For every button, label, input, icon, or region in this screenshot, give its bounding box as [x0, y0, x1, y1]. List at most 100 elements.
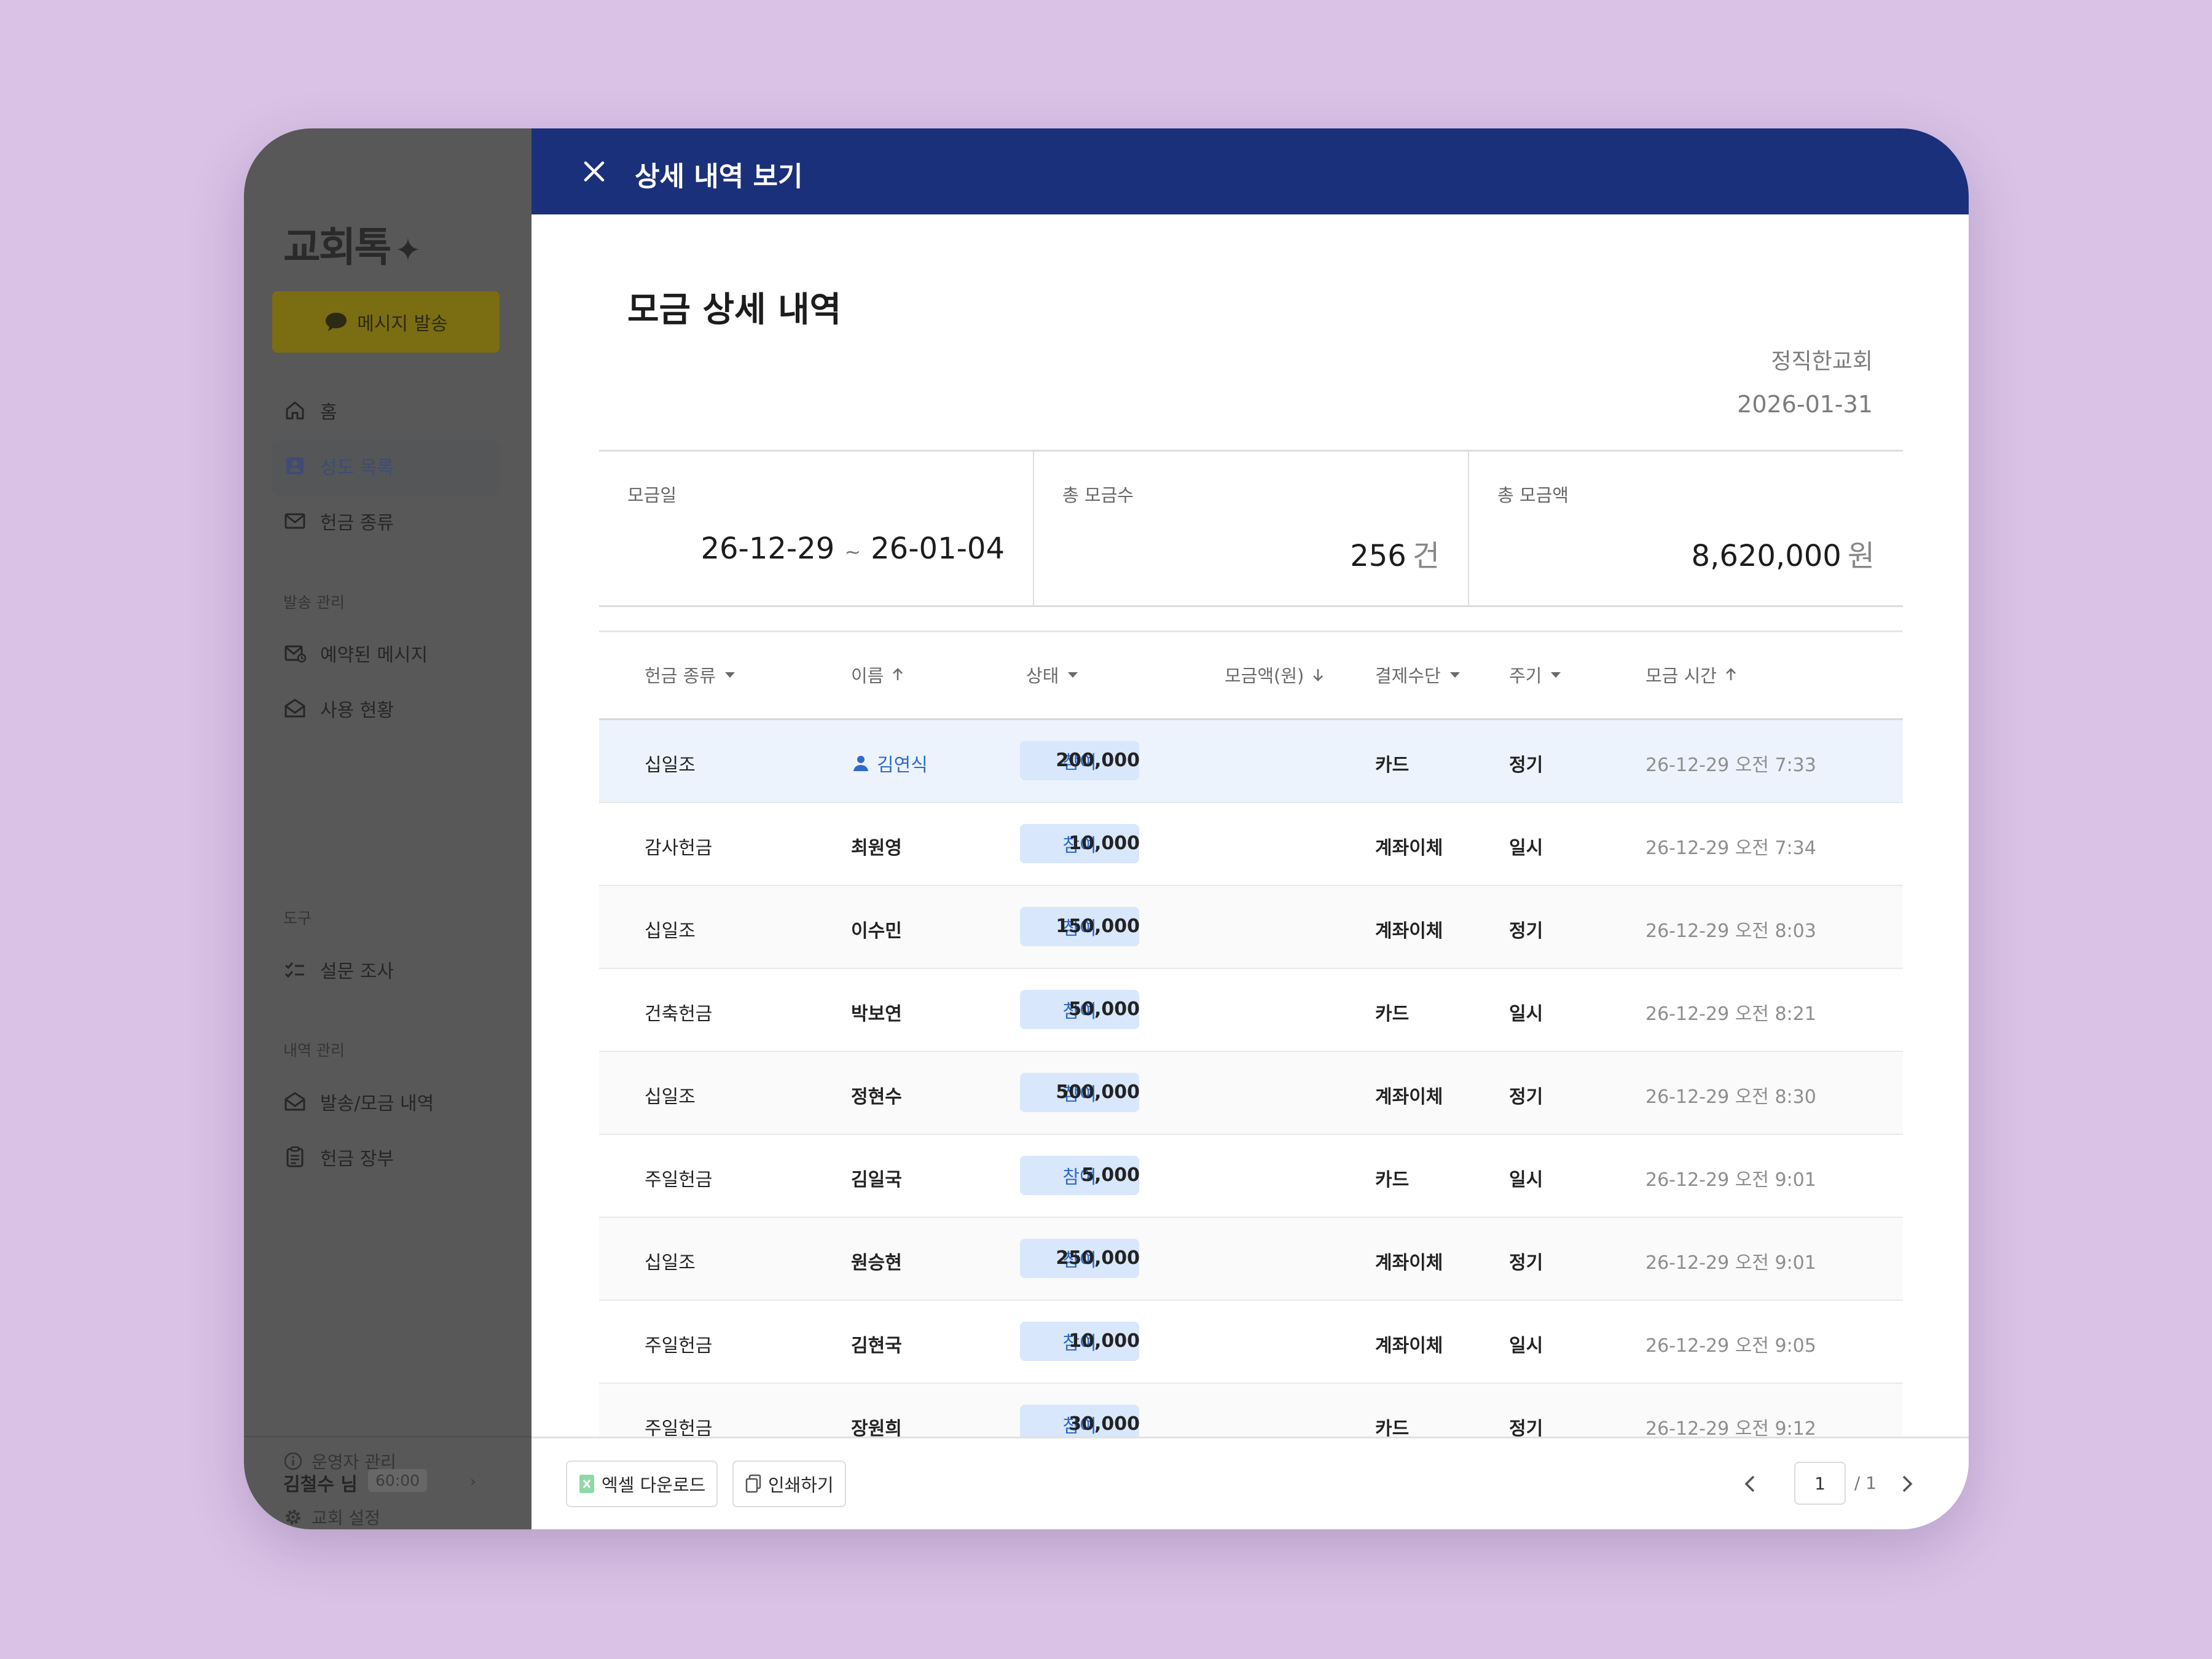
- home-icon: [286, 401, 304, 420]
- section-label-history: 내역 관리: [283, 1041, 345, 1059]
- member-card-icon: [286, 457, 304, 474]
- amount-cell: 250,000: [1056, 1247, 1140, 1269]
- chevron-left-icon[interactable]: [1740, 1472, 1761, 1496]
- payment-method-cell: 카드: [1375, 1418, 1410, 1438]
- member-name-cell: 김일국: [851, 1169, 902, 1191]
- member-name-link[interactable]: 김연식: [851, 750, 928, 777]
- clipboard-icon: [286, 1146, 304, 1167]
- sidebar-item-offering-ledger[interactable]: 헌금 장부: [283, 1143, 394, 1171]
- caret-down-icon: [1449, 672, 1460, 678]
- offering-type-cell: 십일조: [645, 1252, 696, 1274]
- sidebar-item-label: 사용 현황: [320, 700, 394, 721]
- member-name-cell: 박보연: [851, 1003, 902, 1025]
- user-name: 김철수 님: [283, 1474, 358, 1496]
- cycle-cell: 정기: [1509, 1252, 1543, 1274]
- cycle-cell: 정기: [1509, 1418, 1543, 1438]
- table-row[interactable]: 건축헌금 박보연 참여 50,000 카드 일시 26-12-29 오전 8:2…: [599, 969, 1903, 1052]
- person-icon: [853, 756, 868, 771]
- summary-panel: 모금일 26-12-29 ~26-01-04 총 모금수 256 건 총 모금액 8…: [599, 450, 1903, 607]
- envelope-icon: [284, 513, 305, 529]
- print-button[interactable]: 인쇄하기: [732, 1461, 846, 1507]
- offering-type-cell: 십일조: [645, 755, 696, 776]
- amount-cell: 10,000: [1069, 1330, 1140, 1352]
- send-message-button[interactable]: 메시지 발송: [272, 291, 500, 353]
- summary-total: 총 모금액 8,620,000 원: [1469, 452, 1903, 605]
- sidebar-item-label: 헌금 종류: [320, 512, 394, 534]
- sidebar-item-label: 성도 목록: [320, 457, 394, 479]
- summary-value: 26-12-29 ~26-01-04: [700, 531, 1005, 566]
- arrow-up-icon: [1726, 668, 1736, 680]
- cycle-cell: 일시: [1509, 1169, 1543, 1191]
- sidebar-item-scheduled-messages[interactable]: 예약된 메시지: [283, 640, 428, 667]
- page-number-input[interactable]: 1: [1794, 1462, 1846, 1505]
- sidebar-item-send-collection-history[interactable]: 발송/모금 내역: [283, 1088, 434, 1115]
- table-row[interactable]: 십일조 김연식 참여 200,000 카드 정기 26-12-29 오전 7:3…: [599, 720, 1903, 803]
- time-cell: 26-12-29 오전 8:30: [1645, 1086, 1816, 1108]
- page-total: / 1: [1854, 1473, 1877, 1493]
- column-header-offering-type[interactable]: 헌금 종류: [645, 662, 738, 688]
- table-row[interactable]: 주일헌금 김현국 참여 10,000 계좌이체 일시 26-12-29 오전 9…: [599, 1301, 1903, 1384]
- offering-type-cell: 주일헌금: [645, 1169, 713, 1191]
- app-window: 교회톡 ✦ 메시지 발송 홈 성도 목록 헌금 종류 발송 관리 예약된 메시지 …: [244, 128, 1969, 1529]
- cycle-cell: 일시: [1509, 837, 1543, 859]
- caret-down-icon: [1551, 672, 1561, 678]
- church-name: 정직한교회: [1771, 349, 1873, 374]
- chevron-right-icon[interactable]: ›: [470, 1473, 476, 1490]
- logo: 교회톡 ✦: [283, 224, 422, 271]
- user-profile[interactable]: 김철수 님 60:00 ›: [244, 1436, 531, 1529]
- cycle-cell: 일시: [1509, 1335, 1543, 1357]
- sidebar-item-home[interactable]: 홈: [283, 397, 337, 424]
- column-header-time[interactable]: 모금 시간: [1645, 662, 1739, 688]
- sidebar-item-members[interactable]: 성도 목록: [283, 452, 394, 479]
- column-header-cycle[interactable]: 주기: [1509, 662, 1564, 688]
- amount-cell: 5,000: [1081, 1164, 1140, 1186]
- time-cell: 26-12-29 오전 8:21: [1645, 1003, 1816, 1025]
- table-row[interactable]: 십일조 원승현 참여 250,000 계좌이체 정기 26-12-29 오전 9…: [599, 1218, 1903, 1301]
- amount-cell: 150,000: [1056, 916, 1140, 937]
- time-cell: 26-12-29 오전 9:01: [1645, 1252, 1816, 1274]
- sidebar-item-label: 헌금 장부: [320, 1148, 394, 1170]
- offering-type-cell: 십일조: [645, 1086, 696, 1108]
- member-name-cell: 최원영: [851, 837, 902, 859]
- print-label: 인쇄하기: [768, 1475, 834, 1496]
- checklist-icon: [284, 962, 304, 978]
- offering-type-cell: 감사헌금: [645, 837, 713, 859]
- amount-cell: 30,000: [1069, 1413, 1140, 1435]
- offering-type-cell: 주일헌금: [645, 1335, 713, 1357]
- time-cell: 26-12-29 오전 9:05: [1645, 1335, 1816, 1357]
- session-timer: 60:00: [368, 1469, 428, 1492]
- column-header-payment[interactable]: 결제수단: [1375, 662, 1463, 688]
- table-row[interactable]: 주일헌금 김일국 참여 5,000 카드 일시 26-12-29 오전 9:01: [599, 1135, 1903, 1218]
- send-message-label: 메시지 발송: [357, 313, 448, 335]
- column-header-name[interactable]: 이름: [851, 662, 906, 688]
- excel-download-button[interactable]: 엑셀 다운로드: [566, 1461, 718, 1507]
- cycle-cell: 일시: [1509, 1003, 1543, 1025]
- time-cell: 26-12-29 오전 7:33: [1645, 755, 1816, 776]
- caret-down-icon: [724, 672, 735, 678]
- summary-label: 총 모금액: [1497, 485, 1569, 506]
- page-title: 모금 상세 내역: [627, 290, 842, 330]
- open-mail-icon: [284, 699, 305, 718]
- summary-label: 총 모금수: [1062, 485, 1134, 506]
- chevron-right-icon[interactable]: [1896, 1472, 1917, 1496]
- scheduled-mail-icon: [284, 645, 307, 663]
- table-row[interactable]: 십일조 이수민 참여 150,000 계좌이체 정기 26-12-29 오전 8…: [599, 886, 1903, 969]
- section-label-tools: 도구: [283, 909, 312, 927]
- table-row[interactable]: 십일조 정현수 참여 500,000 계좌이체 정기 26-12-29 오전 8…: [599, 1052, 1903, 1135]
- summary-label: 모금일: [627, 485, 677, 506]
- summary-period: 모금일 26-12-29 ~26-01-04: [599, 452, 1034, 605]
- sidebar-item-offering-types[interactable]: 헌금 종류: [283, 508, 394, 535]
- offering-type-cell: 건축헌금: [645, 1003, 713, 1025]
- cycle-cell: 정기: [1509, 1086, 1543, 1108]
- sidebar-item-usage[interactable]: 사용 현황: [283, 695, 394, 722]
- summary-value: 256 건: [1350, 539, 1440, 573]
- summary-value: 8,620,000 원: [1691, 539, 1875, 573]
- sidebar-item-survey[interactable]: 설문 조사: [283, 956, 394, 983]
- column-header-amount[interactable]: 모금액(원): [1225, 662, 1326, 688]
- column-header-status[interactable]: 상태: [1026, 662, 1081, 688]
- table-row[interactable]: 감사헌금 최원영 참여 10,000 계좌이체 일시 26-12-29 오전 7…: [599, 803, 1903, 886]
- payment-method-cell: 계좌이체: [1375, 1252, 1443, 1274]
- modal-title: 상세 내역 보기: [635, 161, 803, 192]
- close-icon[interactable]: [579, 157, 609, 186]
- table-row[interactable]: 주일헌금 장원희 참여 30,000 카드 정기 26-12-29 오전 9:1…: [599, 1384, 1903, 1438]
